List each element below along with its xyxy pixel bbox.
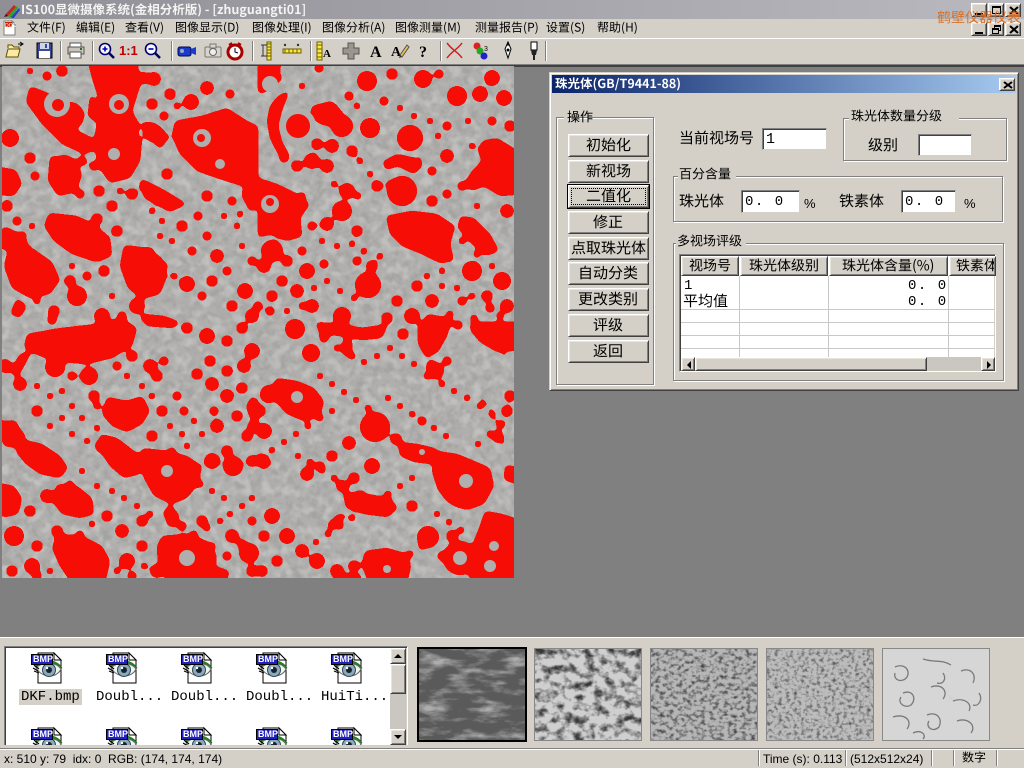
svg-text:DOC: DOC	[5, 23, 17, 29]
svg-text:1:1: 1:1	[119, 43, 138, 58]
svg-text:A: A	[370, 44, 382, 61]
svg-text:A: A	[323, 48, 331, 60]
svg-text:A: A	[391, 45, 402, 60]
svg-text:3: 3	[484, 46, 488, 53]
svg-text:?: ?	[419, 44, 427, 61]
